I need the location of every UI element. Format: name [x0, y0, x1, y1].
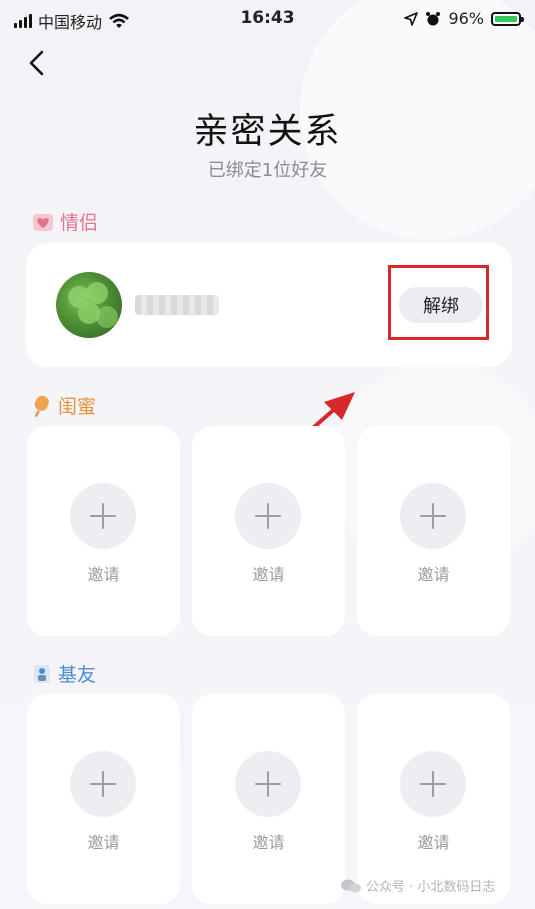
plus-icon[interactable]	[400, 751, 466, 817]
section-bro-header: 基友	[32, 660, 96, 687]
location-icon	[404, 11, 419, 26]
status-bar: 中国移动 16:43 96%	[0, 0, 535, 38]
section-couple-header: 情侣	[32, 208, 98, 235]
page-title: 亲密关系	[193, 112, 342, 152]
avatar[interactable]	[56, 272, 122, 338]
plus-icon[interactable]	[400, 483, 466, 549]
section-bestie-label: 闺蜜	[58, 396, 97, 418]
plus-icon[interactable]	[70, 751, 136, 817]
watermark-text: 公众号 · 小北数码日志	[366, 880, 496, 895]
wechat-icon	[341, 879, 361, 892]
back-arrow-icon[interactable]	[24, 48, 54, 78]
section-bestie-header: 闺蜜	[32, 392, 96, 419]
invite-label: 邀请	[252, 565, 285, 584]
page-subtitle: 已绑定1位好友	[207, 160, 328, 181]
watermark: 公众号 · 小北数码日志	[340, 876, 495, 895]
invite-label: 邀请	[252, 833, 285, 852]
alarm-icon	[426, 11, 441, 25]
heart-icon	[33, 213, 53, 231]
popsicle-icon	[34, 395, 49, 417]
invite-label: 邀请	[417, 565, 450, 584]
plus-icon[interactable]	[235, 751, 301, 817]
plus-icon[interactable]	[235, 483, 301, 549]
section-bro-label: 基友	[58, 664, 97, 686]
plus-icon[interactable]	[70, 483, 136, 549]
battery-percent: 96%	[448, 9, 484, 28]
invite-label: 邀请	[417, 833, 450, 852]
bro-icon	[34, 664, 50, 683]
battery-icon	[491, 11, 524, 26]
friend-name-masked	[135, 295, 219, 315]
invite-label: 邀请	[87, 833, 120, 852]
invite-label: 邀请	[87, 565, 120, 584]
highlight-annotation-box	[388, 265, 489, 340]
section-couple-label: 情侣	[60, 212, 99, 234]
